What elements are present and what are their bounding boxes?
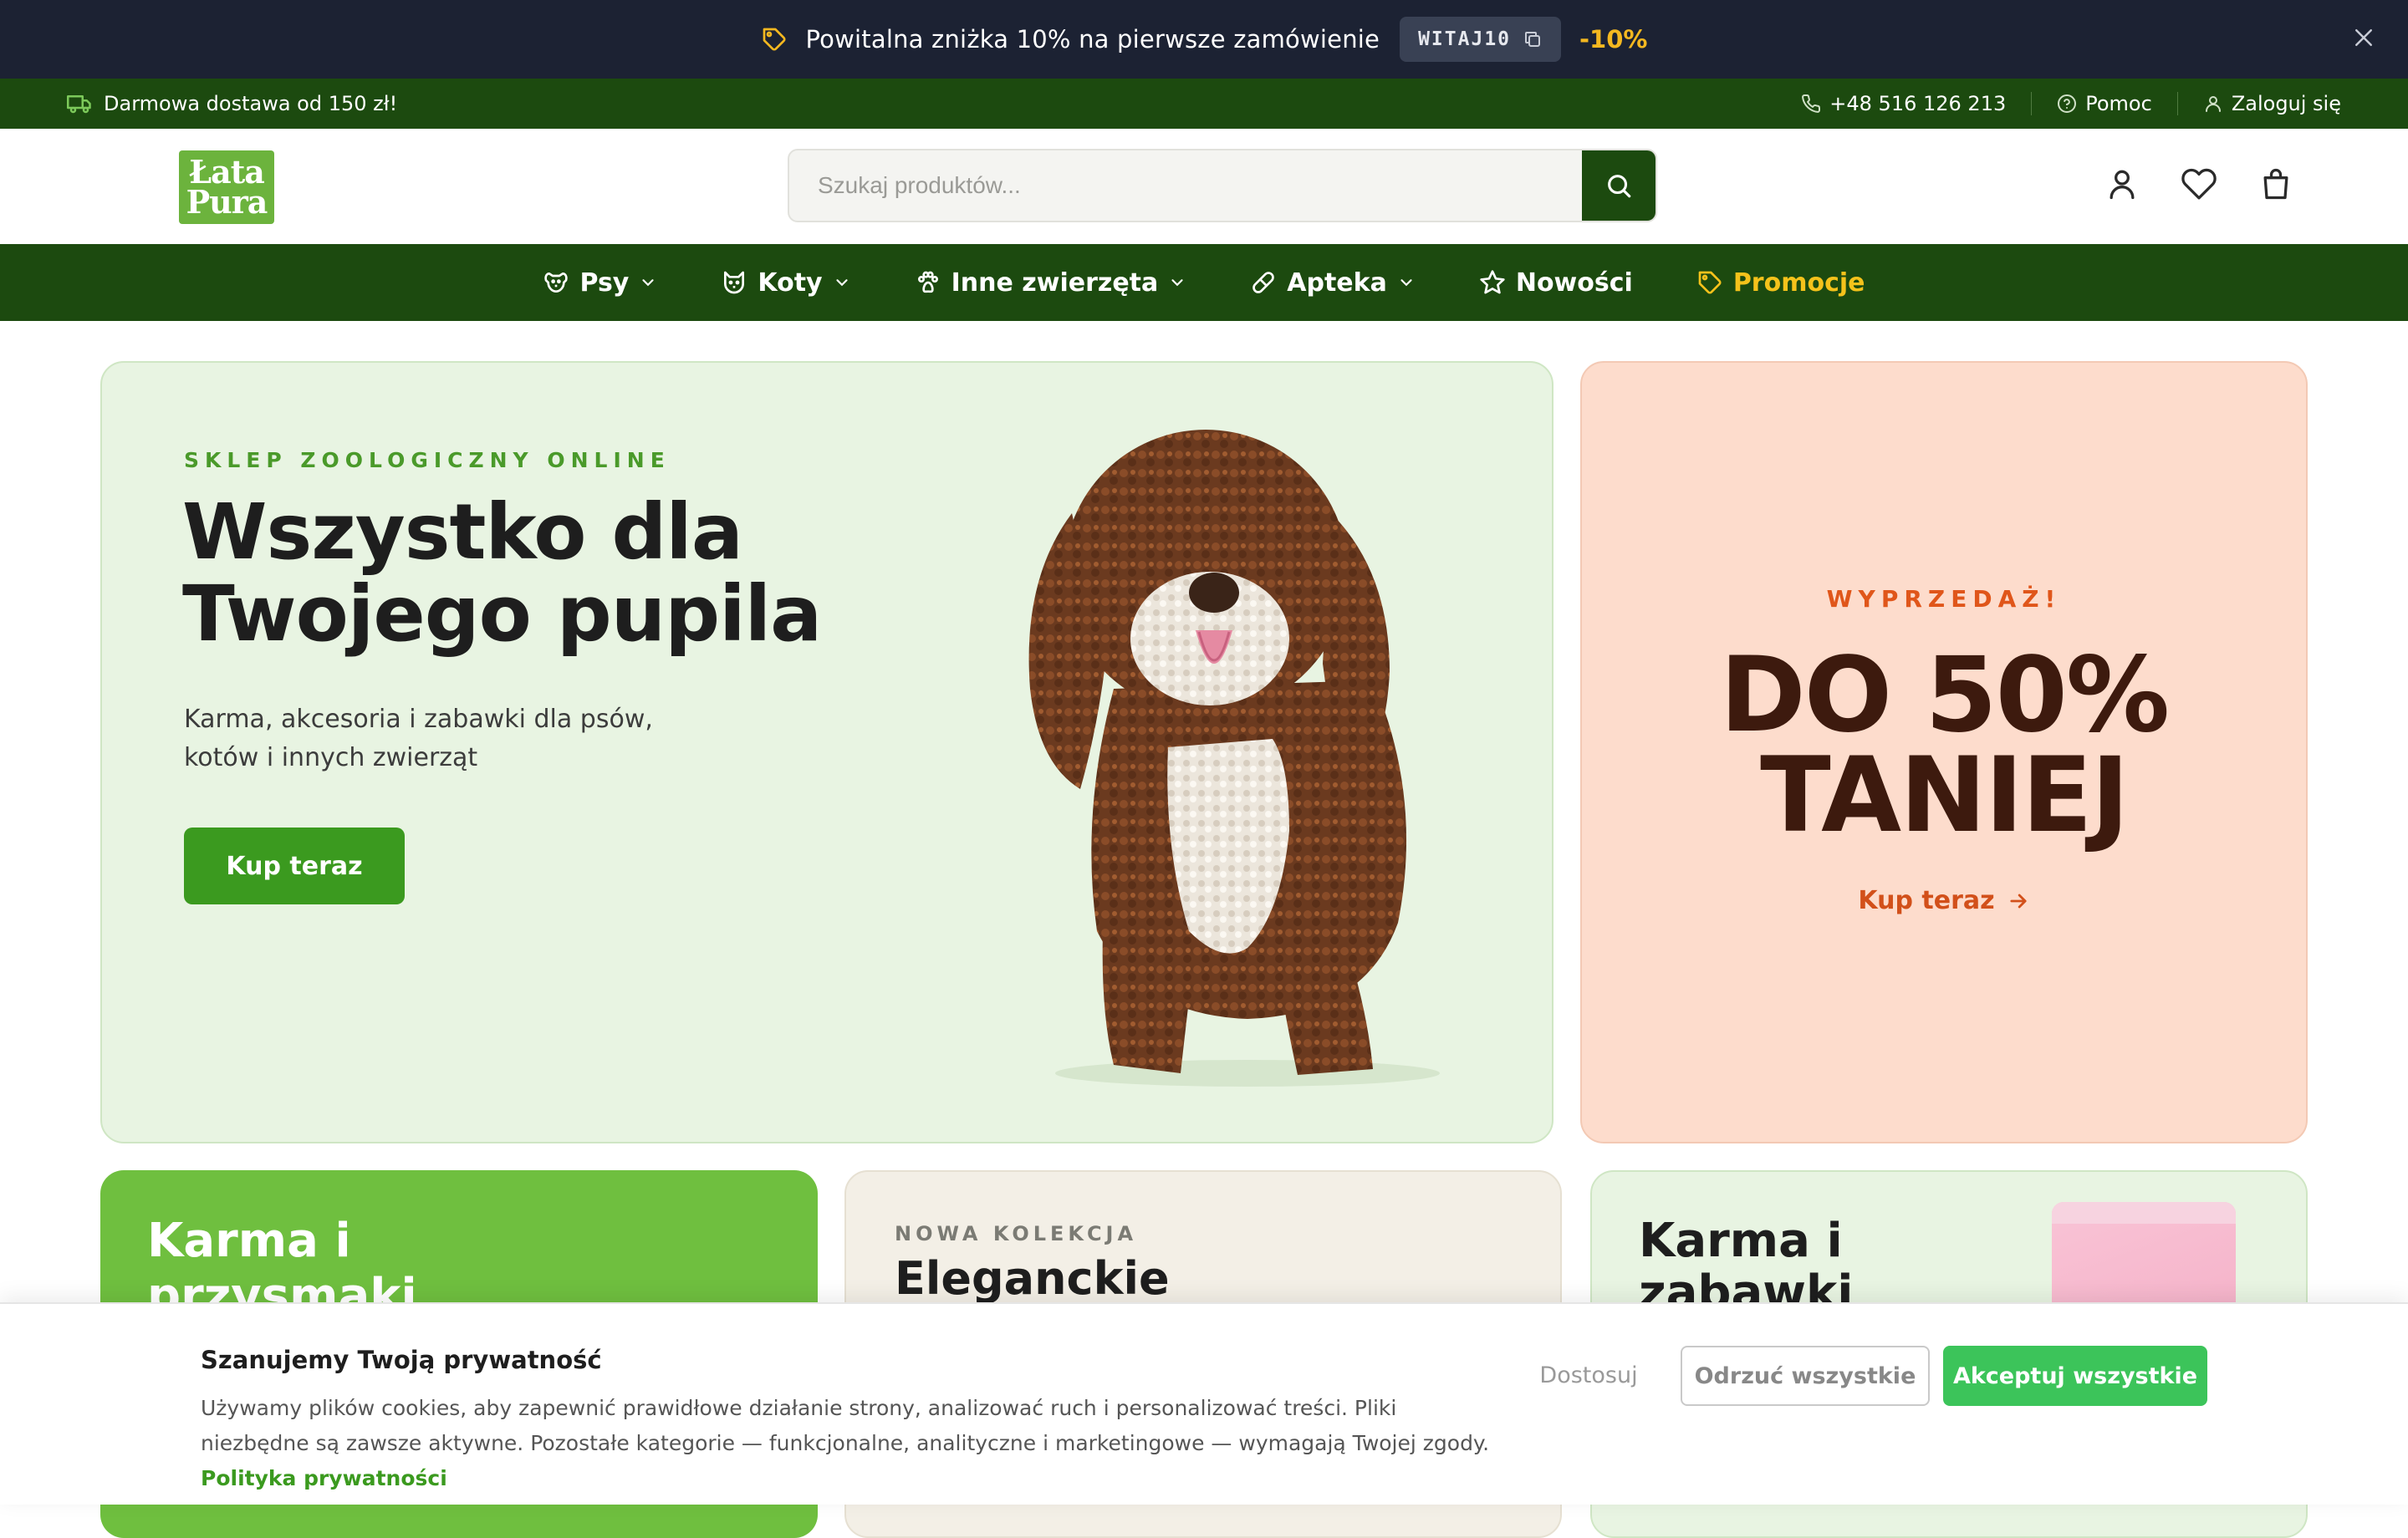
main-nav: Psy Koty Inne zwierzęta Apteka Nowości P… bbox=[0, 244, 2408, 321]
promo-code: WITAJ10 bbox=[1418, 28, 1512, 50]
hero-banner: SKLEP ZOOLOGICZNY ONLINE Wszystko dla Tw… bbox=[100, 361, 1553, 1143]
tag-icon bbox=[1696, 269, 1723, 296]
cookie-text: Używamy plików cookies, aby zapewnić pra… bbox=[201, 1391, 1505, 1496]
site-header: Łata Pura bbox=[0, 129, 2408, 244]
sale-eyebrow: WYPRZEDAŻ! bbox=[1826, 585, 2062, 613]
accept-all-button[interactable]: Akceptuj wszystkie bbox=[1943, 1346, 2207, 1406]
sale-card[interactable]: WYPRZEDAŻ! DO 50% TANIEJ Kup teraz bbox=[1580, 361, 2308, 1143]
nav-label: Apteka bbox=[1287, 267, 1387, 298]
chevron-down-icon bbox=[639, 273, 657, 292]
truck-icon bbox=[67, 91, 92, 116]
hero-shop-button[interactable]: Kup teraz bbox=[184, 828, 405, 904]
phone-icon bbox=[1801, 94, 1821, 114]
search-button[interactable] bbox=[1582, 150, 1656, 221]
help-link[interactable]: Pomoc bbox=[2032, 92, 2177, 115]
logo[interactable]: Łata Pura bbox=[179, 150, 274, 224]
sale-cta-label: Kup teraz bbox=[1858, 886, 1995, 915]
chevron-down-icon bbox=[1168, 273, 1186, 292]
nav-item-promocje[interactable]: Promocje bbox=[1665, 268, 1897, 298]
phone-number: +48 516 126 213 bbox=[1829, 92, 2007, 115]
dog-icon bbox=[543, 269, 569, 296]
promo-discount: -10% bbox=[1579, 25, 1648, 53]
nav-item-koty[interactable]: Koty bbox=[689, 268, 882, 298]
card-eyebrow: NOWA KOLEKCJA bbox=[895, 1222, 1138, 1245]
arrow-right-icon bbox=[2007, 889, 2030, 913]
login-link[interactable]: Zaloguj się bbox=[2178, 92, 2341, 115]
login-label: Zaloguj się bbox=[2231, 92, 2341, 115]
nav-item-psy[interactable]: Psy bbox=[511, 268, 689, 298]
cart-bag-icon[interactable] bbox=[2258, 166, 2294, 202]
help-icon bbox=[2057, 94, 2077, 114]
privacy-policy-link[interactable]: Polityka prywatności bbox=[201, 1466, 447, 1490]
nav-label: Nowości bbox=[1515, 267, 1633, 298]
tag-icon bbox=[761, 26, 788, 53]
star-icon bbox=[1479, 269, 1506, 296]
sale-line-2: TANIEJ bbox=[1760, 736, 2130, 856]
hero-description: Karma, akcesoria i zabawki dla psów, kot… bbox=[184, 705, 653, 772]
paw-icon bbox=[915, 269, 941, 296]
account-icon[interactable] bbox=[2104, 166, 2140, 202]
search-input[interactable] bbox=[789, 150, 1584, 221]
cookie-banner: Szanujemy Twoją prywatność Używamy plikó… bbox=[0, 1302, 2408, 1505]
hero-title-line-2: Twojego pupila bbox=[182, 569, 822, 659]
dog-image bbox=[972, 413, 1552, 1098]
promo-text: Powitalna zniżka 10% na pierwsze zamówie… bbox=[805, 25, 1380, 53]
nav-label: Promocje bbox=[1732, 267, 1865, 298]
nav-item-inne-zwierzeta[interactable]: Inne zwierzęta bbox=[883, 268, 1219, 298]
nav-label: Psy bbox=[579, 267, 630, 298]
logo-line-2: Pura bbox=[186, 183, 268, 221]
hero-eyebrow: SKLEP ZOOLOGICZNY ONLINE bbox=[184, 448, 671, 472]
cookie-title: Szanujemy Twoją prywatność bbox=[201, 1346, 602, 1374]
sale-headline: DO 50% TANIEJ bbox=[1582, 644, 2306, 848]
promo-code-button[interactable]: WITAJ10 bbox=[1400, 17, 1562, 62]
hero-title-line-1: Wszystko dla bbox=[182, 487, 743, 577]
sale-shop-link[interactable]: Kup teraz bbox=[1582, 886, 2306, 915]
utility-bar: Darmowa dostawa od 150 zł! +48 516 126 2… bbox=[0, 79, 2408, 129]
chevron-down-icon bbox=[833, 273, 851, 292]
cookie-body: Używamy plików cookies, aby zapewnić pra… bbox=[201, 1396, 1490, 1455]
nav-item-nowosci[interactable]: Nowości bbox=[1447, 268, 1665, 298]
nav-label: Koty bbox=[758, 267, 823, 298]
nav-label: Inne zwierzęta bbox=[951, 267, 1159, 298]
wishlist-heart-icon[interactable] bbox=[2181, 166, 2217, 202]
card-title: Eleganckie bbox=[895, 1252, 1170, 1305]
nav-item-apteka[interactable]: Apteka bbox=[1218, 268, 1447, 298]
shipping-text: Darmowa dostawa od 150 zł! bbox=[104, 92, 398, 115]
close-icon[interactable] bbox=[2351, 25, 2376, 50]
pill-icon bbox=[1250, 269, 1277, 296]
free-shipping-note: Darmowa dostawa od 150 zł! bbox=[67, 79, 397, 129]
hero-title: Wszystko dla Twojego pupila bbox=[182, 491, 834, 655]
search-icon bbox=[1604, 171, 1633, 200]
customize-button[interactable]: Dostosuj bbox=[1522, 1346, 1656, 1404]
chevron-down-icon bbox=[1397, 273, 1416, 292]
search-bar bbox=[788, 149, 1657, 222]
help-label: Pomoc bbox=[2085, 92, 2152, 115]
copy-icon bbox=[1523, 29, 1543, 49]
reject-all-button[interactable]: Odrzuć wszystkie bbox=[1681, 1346, 1930, 1406]
cat-icon bbox=[721, 269, 747, 296]
phone-link[interactable]: +48 516 126 213 bbox=[1776, 92, 2031, 115]
promo-bar: Powitalna zniżka 10% na pierwsze zamówie… bbox=[0, 0, 2408, 79]
user-icon bbox=[2203, 94, 2223, 114]
